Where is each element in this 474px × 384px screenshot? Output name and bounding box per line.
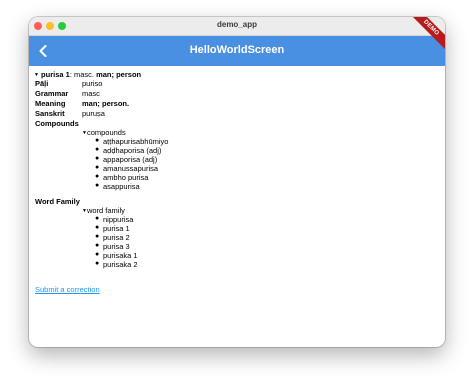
bullet-icon: ●: [95, 155, 100, 162]
bullet-icon: ●: [95, 182, 100, 189]
summary-meaning: man; person: [96, 70, 142, 79]
bullet-icon: ●: [95, 260, 100, 267]
list-item[interactable]: amanussapurisa: [103, 164, 158, 173]
word-family-heading: Word Family: [35, 197, 80, 206]
entry-content: ▼ purisa 1: masc. man; person Pāḷi puris…: [29, 66, 445, 347]
row-label-meaning: Meaning: [35, 99, 66, 108]
app-bar: HelloWorldScreen: [29, 36, 445, 66]
window-title: demo_app: [216, 20, 257, 29]
list-item[interactable]: aḍḍhaporisa (adj): [103, 146, 161, 155]
row-value-sanskrit: puruṣa: [82, 109, 105, 118]
headword: purisa 1: [41, 70, 70, 79]
list-item[interactable]: aṭṭhapurisabhūmiyo: [103, 137, 168, 146]
list-item[interactable]: purisa 3: [103, 242, 130, 251]
bullet-icon: ●: [95, 251, 100, 258]
word-family-toggle-label: word family: [86, 206, 125, 215]
bullet-icon: ●: [95, 146, 100, 153]
list-item[interactable]: ambho purisa: [103, 173, 148, 182]
app-window: demo_app HelloWorldScreen DEMO ▼ purisa …: [29, 17, 445, 347]
submit-correction-link[interactable]: Submit a correction: [35, 285, 100, 294]
list-item[interactable]: appaporisa (adj): [103, 155, 157, 164]
bullet-icon: ●: [95, 137, 100, 144]
row-value-meaning: man; person.: [82, 99, 130, 108]
row-value-pali: puriso: [82, 79, 103, 88]
list-item[interactable]: asappurisa: [103, 182, 140, 191]
compounds-toggle-label: compounds: [86, 128, 126, 137]
list-item[interactable]: purisa 2: [103, 233, 130, 242]
row-label-sanskrit: Sanskrit: [35, 109, 65, 118]
list-item[interactable]: purisaka 2: [103, 260, 138, 269]
list-item[interactable]: nippurisa: [103, 215, 133, 224]
title-bar: demo_app: [29, 17, 445, 36]
list-item[interactable]: purisa 1: [103, 224, 130, 233]
bullet-icon: ●: [95, 215, 100, 222]
row-label-grammar: Grammar: [35, 89, 69, 98]
bullet-icon: ●: [95, 224, 100, 231]
bullet-icon: ●: [95, 173, 100, 180]
compounds-heading: Compounds: [35, 119, 79, 128]
page-title: HelloWorldScreen: [189, 44, 285, 56]
bullet-icon: ●: [95, 164, 100, 171]
list-item[interactable]: purisaka 1: [103, 251, 138, 260]
expand-triangle-icon: ▼: [34, 72, 39, 78]
bullet-icon: ●: [95, 242, 100, 249]
row-value-grammar: masc: [82, 89, 100, 98]
row-label-pali: Pāḷi: [35, 79, 49, 88]
bullet-icon: ●: [95, 233, 100, 240]
summary-pos: masc.: [73, 70, 94, 79]
